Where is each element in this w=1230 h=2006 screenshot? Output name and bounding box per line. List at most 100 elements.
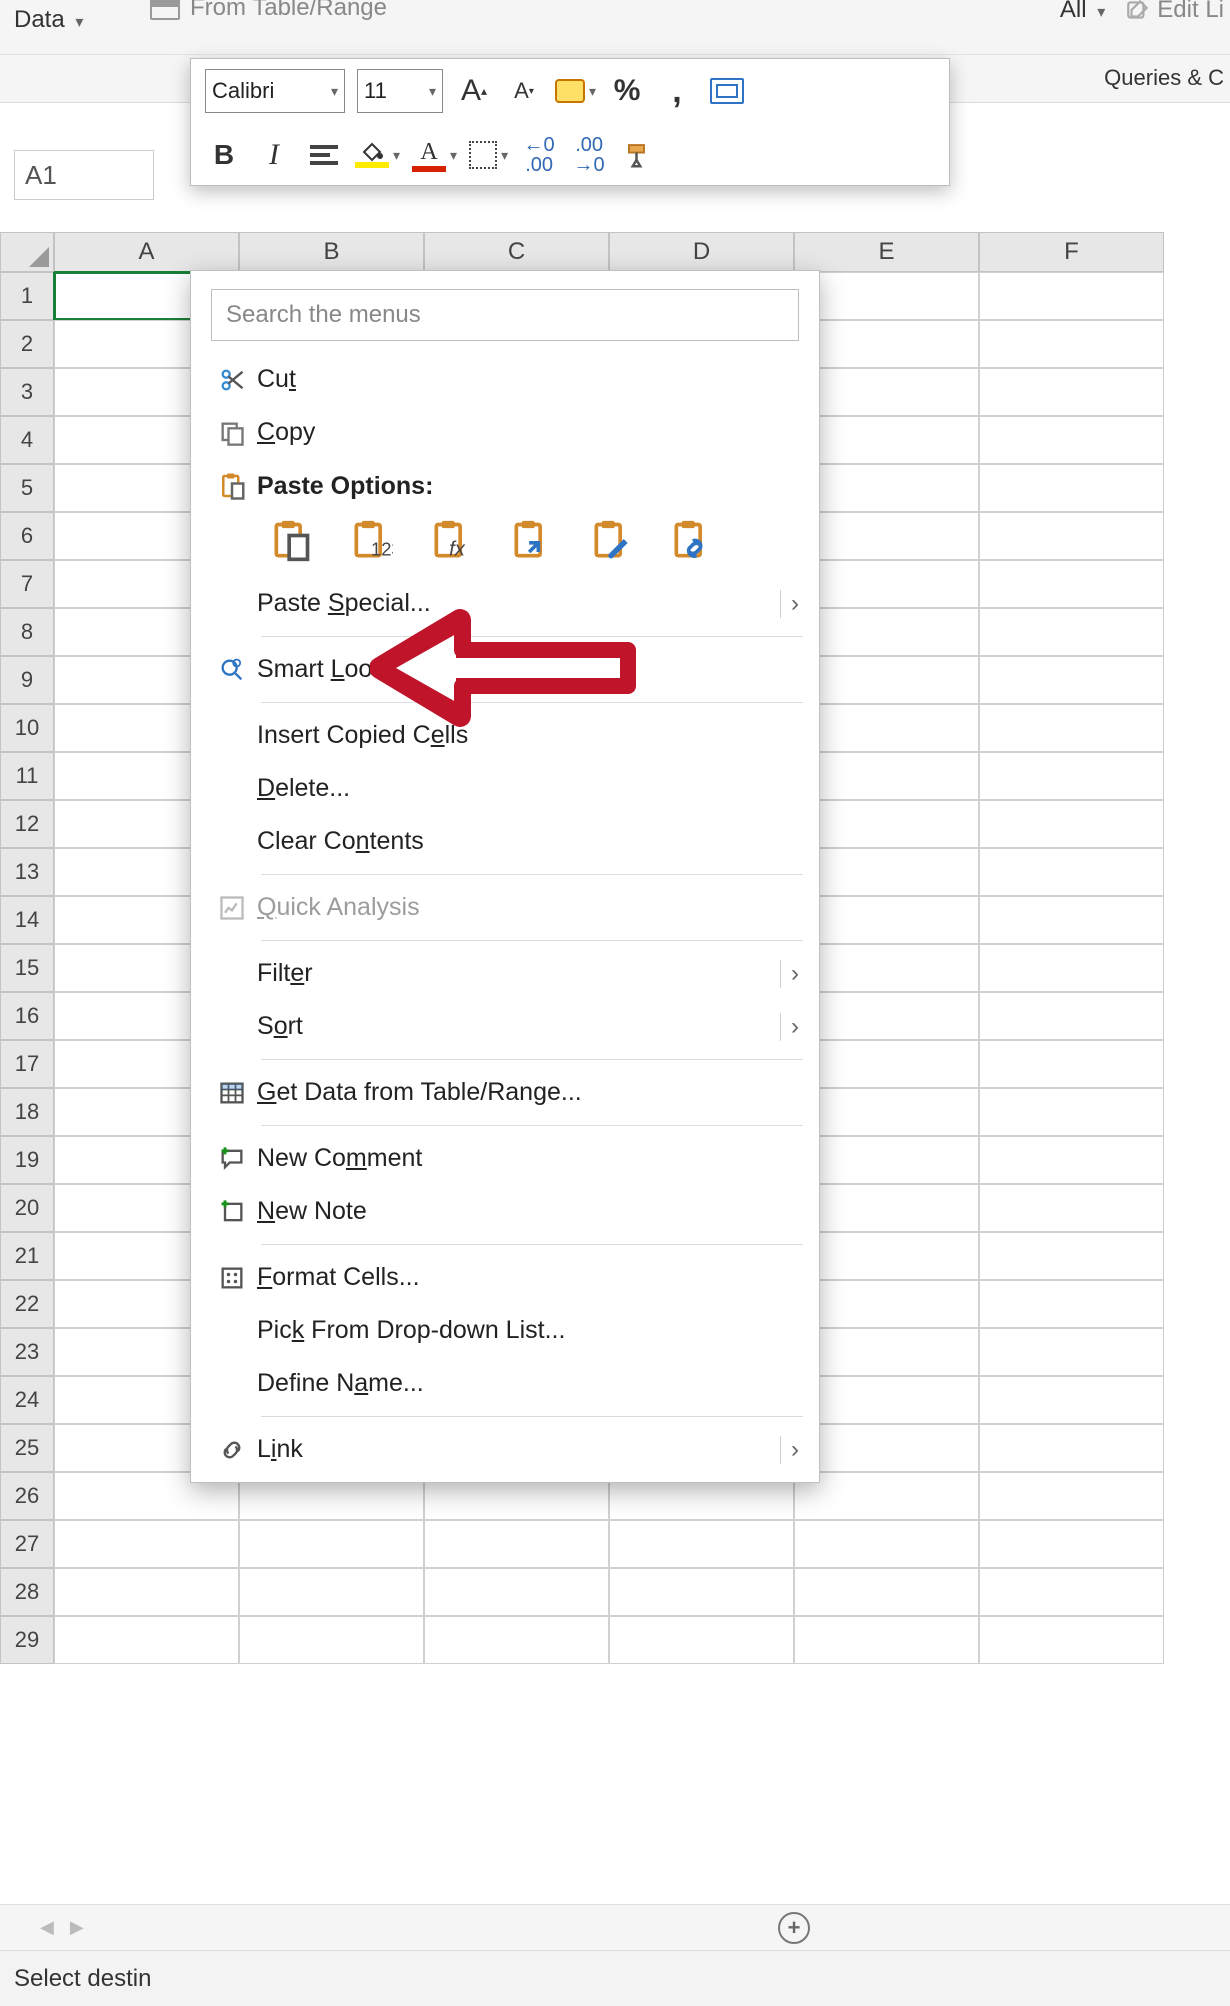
cell[interactable] bbox=[979, 608, 1164, 656]
row-header[interactable]: 8 bbox=[0, 608, 54, 656]
row-header[interactable]: 6 bbox=[0, 512, 54, 560]
comma-style-button[interactable]: , bbox=[658, 69, 696, 113]
row-header[interactable]: 27 bbox=[0, 1520, 54, 1568]
cell[interactable] bbox=[794, 1376, 979, 1424]
menu-get-data-table-range[interactable]: Get Data from Table/Range... bbox=[191, 1066, 819, 1119]
column-header[interactable]: A bbox=[54, 232, 239, 272]
cell[interactable] bbox=[609, 1520, 794, 1568]
scroll-sheet-right[interactable]: ▶ bbox=[70, 1917, 84, 1938]
row-header[interactable]: 2 bbox=[0, 320, 54, 368]
cell[interactable] bbox=[979, 656, 1164, 704]
align-button[interactable] bbox=[305, 133, 343, 177]
font-color-button[interactable]: A ▾ bbox=[412, 133, 457, 177]
cell[interactable] bbox=[609, 1568, 794, 1616]
cell[interactable] bbox=[794, 1136, 979, 1184]
increase-decimal-button[interactable]: ←0.00 bbox=[520, 133, 558, 177]
paste-option-formatting[interactable] bbox=[589, 519, 633, 563]
column-header[interactable]: C bbox=[424, 232, 609, 272]
scroll-sheet-left[interactable]: ◀ bbox=[40, 1917, 54, 1938]
cell[interactable] bbox=[979, 704, 1164, 752]
row-header[interactable]: 15 bbox=[0, 944, 54, 992]
menu-delete[interactable]: Delete... bbox=[191, 762, 819, 815]
row-header[interactable]: 23 bbox=[0, 1328, 54, 1376]
menu-pick-from-list[interactable]: Pick From Drop-down List... bbox=[191, 1304, 819, 1357]
cell[interactable] bbox=[424, 1568, 609, 1616]
cell[interactable] bbox=[794, 800, 979, 848]
cell[interactable] bbox=[979, 1088, 1164, 1136]
row-header[interactable]: 13 bbox=[0, 848, 54, 896]
fill-color-button[interactable]: ▾ bbox=[355, 133, 400, 177]
menu-smart-lookup[interactable]: i Smart Lookup bbox=[191, 643, 819, 696]
row-header[interactable]: 26 bbox=[0, 1472, 54, 1520]
cell[interactable] bbox=[239, 1616, 424, 1664]
cell[interactable] bbox=[794, 704, 979, 752]
cell[interactable] bbox=[794, 1088, 979, 1136]
menu-new-comment[interactable]: New Comment bbox=[191, 1132, 819, 1185]
cell[interactable] bbox=[979, 416, 1164, 464]
menu-format-cells[interactable]: Format Cells... bbox=[191, 1251, 819, 1304]
paste-option-formulas[interactable]: fx bbox=[429, 519, 473, 563]
menu-define-name[interactable]: Define Name... bbox=[191, 1357, 819, 1410]
row-header[interactable]: 9 bbox=[0, 656, 54, 704]
cell[interactable] bbox=[794, 752, 979, 800]
cell[interactable] bbox=[979, 1184, 1164, 1232]
cell[interactable] bbox=[794, 1520, 979, 1568]
menu-link[interactable]: Link › bbox=[191, 1423, 819, 1476]
cell[interactable] bbox=[979, 464, 1164, 512]
cell[interactable] bbox=[979, 800, 1164, 848]
cell[interactable] bbox=[979, 944, 1164, 992]
edit-links-button[interactable]: Edit Li bbox=[1125, 0, 1224, 24]
row-header[interactable]: 12 bbox=[0, 800, 54, 848]
row-header[interactable]: 29 bbox=[0, 1616, 54, 1664]
cell[interactable] bbox=[979, 896, 1164, 944]
paste-option-paste[interactable] bbox=[269, 519, 313, 563]
name-box[interactable]: A1 bbox=[14, 150, 154, 200]
cell[interactable] bbox=[979, 1568, 1164, 1616]
select-all-corner[interactable] bbox=[0, 232, 54, 272]
merge-center-button[interactable] bbox=[708, 69, 746, 113]
font-size-select[interactable]: 11 ▾ bbox=[357, 69, 443, 113]
cell[interactable] bbox=[794, 560, 979, 608]
cell[interactable] bbox=[979, 320, 1164, 368]
row-header[interactable]: 25 bbox=[0, 1424, 54, 1472]
row-header[interactable]: 16 bbox=[0, 992, 54, 1040]
row-header[interactable]: 11 bbox=[0, 752, 54, 800]
cell[interactable] bbox=[979, 1232, 1164, 1280]
cell[interactable] bbox=[794, 944, 979, 992]
font-name-select[interactable]: Calibri ▾ bbox=[205, 69, 345, 113]
cell[interactable] bbox=[979, 848, 1164, 896]
row-header[interactable]: 20 bbox=[0, 1184, 54, 1232]
tab-data[interactable]: Data ▾ bbox=[14, 0, 83, 34]
decrease-decimal-button[interactable]: .00→0 bbox=[570, 133, 608, 177]
cell[interactable] bbox=[794, 1280, 979, 1328]
row-header[interactable]: 3 bbox=[0, 368, 54, 416]
cell[interactable] bbox=[239, 1568, 424, 1616]
cell[interactable] bbox=[979, 752, 1164, 800]
row-header[interactable]: 17 bbox=[0, 1040, 54, 1088]
row-header[interactable]: 14 bbox=[0, 896, 54, 944]
cell[interactable] bbox=[794, 1184, 979, 1232]
italic-button[interactable]: I bbox=[255, 133, 293, 177]
menu-cut[interactable]: Cut bbox=[191, 353, 819, 406]
cell[interactable] bbox=[979, 368, 1164, 416]
cell[interactable] bbox=[794, 608, 979, 656]
number-format-button[interactable]: ▾ bbox=[555, 69, 596, 113]
add-sheet-button[interactable]: + bbox=[778, 1912, 810, 1944]
cell[interactable] bbox=[979, 1520, 1164, 1568]
menu-new-note[interactable]: New Note bbox=[191, 1185, 819, 1238]
cell[interactable] bbox=[979, 560, 1164, 608]
cell[interactable] bbox=[979, 1376, 1164, 1424]
cell[interactable] bbox=[794, 368, 979, 416]
cell[interactable] bbox=[979, 992, 1164, 1040]
cell[interactable] bbox=[794, 992, 979, 1040]
cell[interactable] bbox=[424, 1616, 609, 1664]
cell[interactable] bbox=[794, 1616, 979, 1664]
cell[interactable] bbox=[54, 1616, 239, 1664]
cell[interactable] bbox=[794, 1040, 979, 1088]
cell[interactable] bbox=[794, 1328, 979, 1376]
cell[interactable] bbox=[979, 512, 1164, 560]
cell[interactable] bbox=[979, 1616, 1164, 1664]
cell[interactable] bbox=[54, 1520, 239, 1568]
paste-option-link[interactable] bbox=[669, 519, 713, 563]
cell[interactable] bbox=[794, 848, 979, 896]
